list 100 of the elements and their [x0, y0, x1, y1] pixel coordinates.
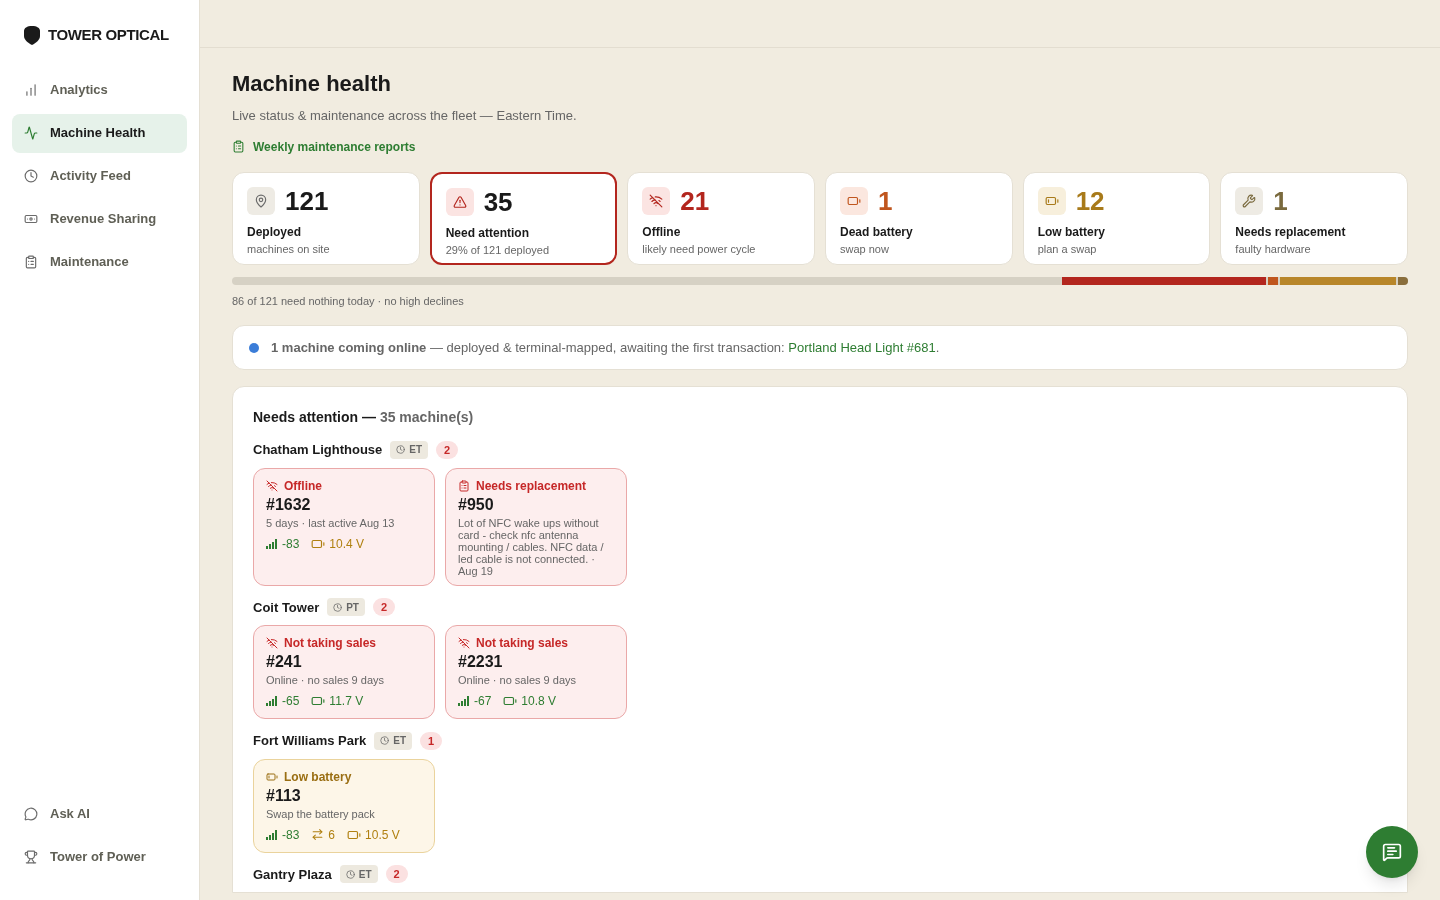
battery-reading: 10.8 V — [521, 693, 557, 710]
machine-detail: Online · no sales 9 days — [266, 674, 385, 686]
map-pin-icon — [247, 186, 275, 215]
wifi-off-icon — [458, 637, 470, 649]
stat-label: Need attention — [445, 224, 530, 242]
signal-icon — [458, 696, 470, 706]
machine-status: Offline — [284, 477, 322, 495]
section-count: 35 machine(s) — [379, 408, 474, 427]
machine-detail: Swap the battery pack — [266, 807, 376, 820]
count-badge: 2 — [436, 440, 459, 459]
machine-card[interactable]: Not taking sales #2231 Online · no sales 9 days -67 10.8 V — [445, 625, 627, 719]
timezone-tag: ET — [339, 865, 378, 884]
clock-icon — [396, 445, 406, 455]
machine-link[interactable]: Portland Head Light #681 — [788, 339, 936, 355]
clipboard-icon — [232, 140, 245, 153]
nav-item[interactable]: Activity Feed — [12, 156, 187, 196]
machine-status: Not taking sales — [284, 635, 377, 652]
machine-card[interactable]: Offline #1632 5 days · last active Aug 13 -83 10.4 V — [253, 467, 435, 586]
count-badge: 2 — [385, 865, 408, 884]
stat-value: 21 — [680, 184, 710, 218]
machine-detail: Lot of NFC wake ups without card - check nfc antenna mounting / cables. NFC data / led cable is not connected. · Aug 19 — [458, 516, 605, 577]
stat-caption: swap now — [840, 241, 890, 257]
chat-icon — [1382, 842, 1402, 862]
section-title: Needs attention — — [253, 408, 376, 427]
machine-card[interactable]: Low battery #113 Swap the battery pack -83 6 10.5 V — [253, 758, 435, 853]
machine-detail: 5 days · last active Aug 13 — [266, 516, 396, 529]
stat-card[interactable]: 35 Need attention 29% of 121 deployed — [429, 171, 618, 265]
stat-card[interactable]: 12 Low battery plan a swap — [1022, 171, 1211, 265]
swap-icon — [311, 828, 325, 841]
trophy-icon — [24, 849, 38, 864]
machine-id: #241 — [266, 652, 303, 672]
stat-label: Deployed — [247, 223, 302, 241]
brand-name: TOWER OPTICAL — [48, 25, 169, 45]
wrench-icon — [1235, 186, 1264, 215]
chat-icon — [24, 806, 38, 821]
stat-label: Dead battery — [840, 223, 914, 241]
site-name: Chatham Lighthouse — [253, 441, 383, 459]
banknote-icon — [24, 212, 38, 226]
stat-label: Needs replacement — [1235, 223, 1347, 241]
stat-card[interactable]: 21 Offline likely need power cycle — [627, 171, 815, 265]
stat-caption: machines on site — [247, 241, 331, 257]
nav-item[interactable]: Analytics — [12, 70, 187, 110]
clock-icon — [345, 869, 355, 879]
stat-card[interactable]: 1 Needs replacement faulty hardware — [1220, 171, 1408, 265]
stat-caption: likely need power cycle — [642, 241, 757, 257]
timezone-tag: ET — [374, 731, 413, 750]
machine-status: Needs replacement — [476, 477, 587, 495]
low-battery-icon — [266, 770, 278, 783]
stat-label: Low battery — [1037, 223, 1106, 241]
count-badge: 2 — [373, 598, 396, 617]
machine-id: #1632 — [266, 494, 312, 515]
signal-reading: -65 — [282, 693, 300, 710]
stat-caption: 29% of 121 deployed — [445, 242, 551, 258]
page-title: Machine health — [232, 70, 392, 98]
battery-reading: 11.7 V — [329, 693, 364, 710]
stat-value: 121 — [285, 184, 329, 218]
signal-icon — [266, 538, 278, 549]
battery-reading: 10.4 V — [329, 535, 365, 553]
wifi-off-icon — [266, 479, 278, 492]
site-name: Fort Williams Park — [253, 732, 367, 750]
machine-card[interactable]: Needs replacement #950 Lot of NFC wake ups without card - check nfc antenna mounting / cables. NFC data / led cable is not connected. · Aug 19 — [445, 467, 627, 586]
clock-icon — [24, 169, 38, 183]
nav-item[interactable]: Machine Health — [12, 113, 187, 153]
machine-status: Not taking sales — [476, 635, 569, 652]
stat-card[interactable]: 121 Deployed machines on site — [232, 171, 420, 265]
stat-value: 1 — [878, 184, 893, 218]
machine-card[interactable]: Not taking sales #241 Online · no sales 9 days -65 11.7 V — [253, 625, 435, 719]
stat-label: Offline — [642, 223, 682, 241]
nav-item[interactable]: Tower of Power — [12, 837, 187, 876]
reports-link[interactable]: Weekly maintenance reports — [232, 137, 416, 156]
clipboard-icon — [24, 255, 38, 269]
timezone-tag: ET — [390, 440, 429, 459]
stat-card[interactable]: 1 Dead battery swap now — [825, 171, 1013, 265]
wifi-off-icon — [266, 637, 278, 649]
low-battery-icon — [1037, 186, 1066, 215]
nav-item[interactable]: Maintenance — [12, 242, 187, 282]
nav-item[interactable]: Revenue Sharing — [12, 199, 187, 239]
page-subtitle: Live status & maintenance across the fleet — Eastern Time. — [232, 107, 578, 125]
timezone-tag: PT — [327, 598, 365, 617]
wifi-off-icon — [642, 186, 671, 215]
stat-caption: plan a swap — [1037, 241, 1098, 257]
machine-status: Low battery — [284, 768, 352, 786]
signal-icon — [266, 696, 278, 706]
signal-icon — [266, 829, 278, 840]
pulse-icon — [24, 126, 38, 140]
bar-chart-icon — [24, 83, 38, 97]
machine-id: #113 — [266, 785, 302, 806]
stat-value: 35 — [483, 185, 513, 219]
nav-item[interactable]: Ask AI — [12, 794, 187, 833]
battery-icon — [840, 186, 868, 215]
clock-icon — [333, 602, 343, 612]
machine-id: #950 — [458, 494, 495, 515]
machine-detail: Online · no sales 9 days — [458, 674, 577, 686]
site-name: Gantry Plaza — [253, 865, 332, 884]
stat-value: 1 — [1273, 184, 1288, 218]
stat-value: 12 — [1075, 184, 1105, 218]
clipboard-icon — [458, 479, 470, 492]
signal-reading: -83 — [282, 826, 300, 844]
signal-reading: -83 — [282, 535, 300, 553]
notice-text: 1 machine coming online — deployed & terminal-mapped, awaiting the first transaction: Portland Head Light #681. — [271, 338, 940, 357]
